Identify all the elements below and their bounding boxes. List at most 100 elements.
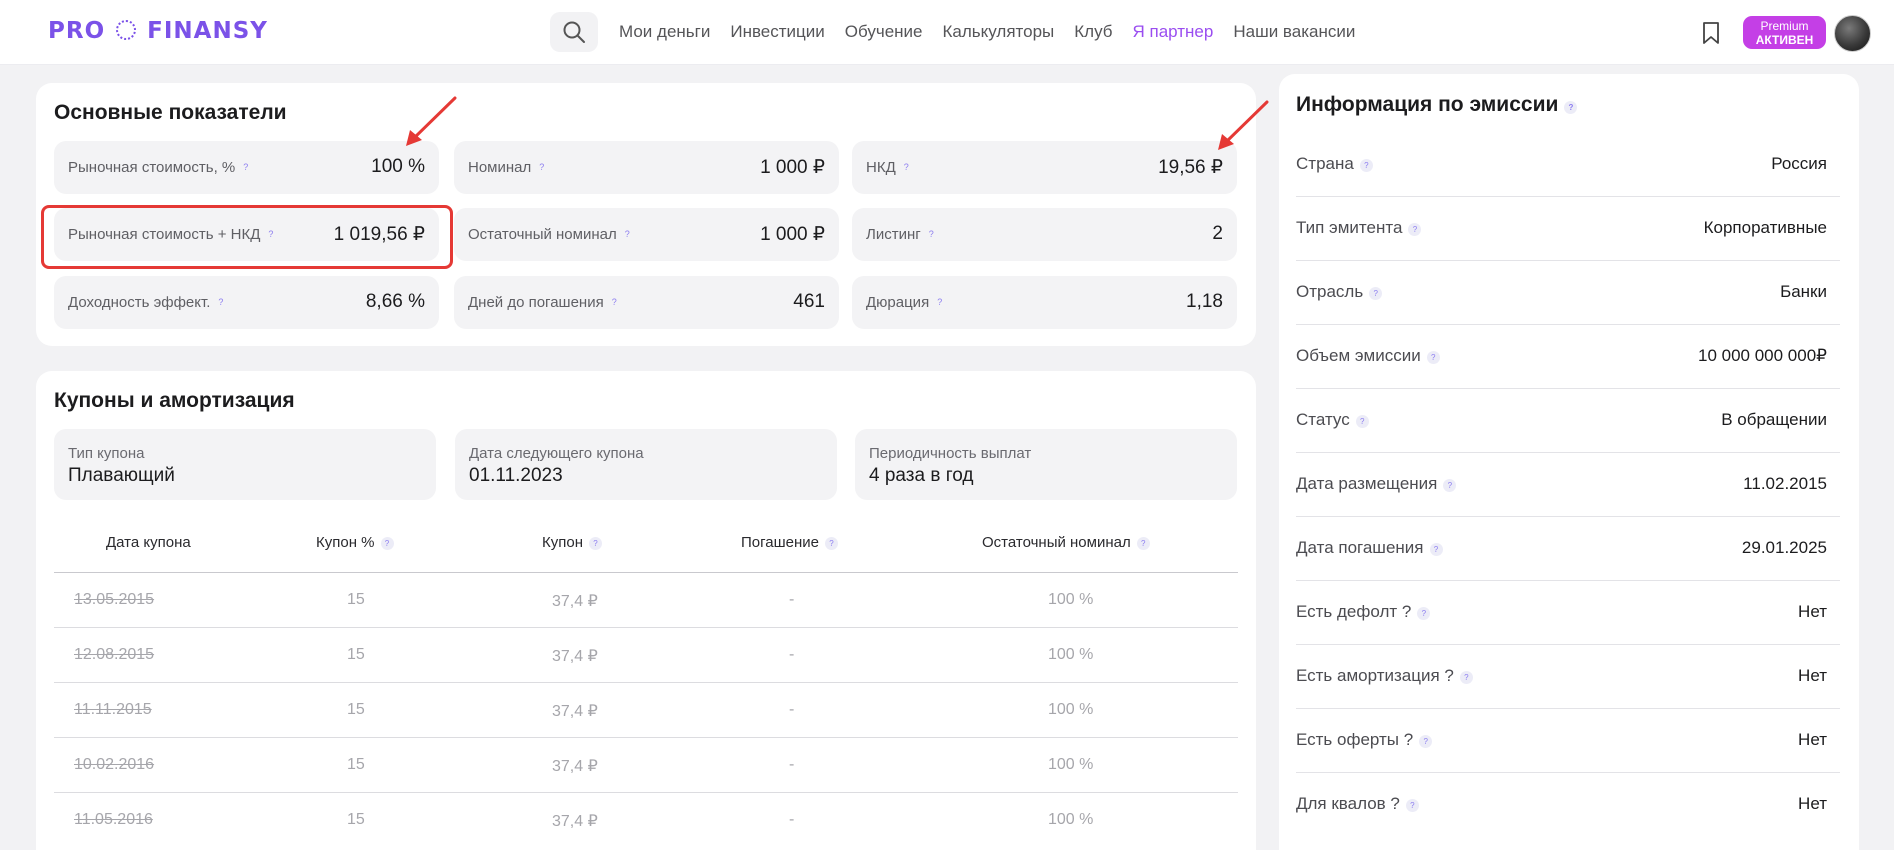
nav-my-money[interactable]: Мои деньги xyxy=(619,22,710,42)
metric-label: Листинг xyxy=(866,226,921,243)
help-icon[interactable]: ? xyxy=(1359,159,1373,172)
nav-partner[interactable]: Я партнер xyxy=(1133,22,1214,42)
help-icon[interactable]: ? xyxy=(825,537,838,550)
table-cell-coupon: 37,4 ₽ xyxy=(552,758,598,775)
logo[interactable]: PRO FINANSY xyxy=(48,18,268,44)
premium-badge[interactable]: Premium АКТИВЕН xyxy=(1743,16,1826,49)
row-label: Тип эмитента xyxy=(1296,218,1403,237)
help-icon[interactable]: ? xyxy=(1426,351,1440,364)
logo-gear-icon xyxy=(116,20,137,40)
premium-label: Premium xyxy=(1760,19,1809,33)
table-cell-coupon: 37,4 ₽ xyxy=(552,703,598,720)
column-header-label: Купон xyxy=(542,534,583,551)
help-icon[interactable]: ? xyxy=(243,162,248,172)
help-icon[interactable]: ? xyxy=(1459,671,1473,684)
help-icon[interactable]: ? xyxy=(612,297,617,307)
help-icon[interactable]: ? xyxy=(1408,223,1422,236)
nav-learning[interactable]: Обучение xyxy=(845,22,923,42)
nav-club[interactable]: Клуб xyxy=(1074,22,1112,42)
bookmark-button[interactable] xyxy=(1700,20,1722,46)
logo-text-right: FINANSY xyxy=(147,18,268,44)
row-label: Объем эмиссии xyxy=(1296,346,1421,365)
search-button[interactable] xyxy=(550,12,598,52)
table-cell-redemption: - xyxy=(789,811,795,828)
metric-market-price: Рыночная стоимость, %? 100 % xyxy=(54,141,439,194)
help-icon[interactable]: ? xyxy=(1369,287,1383,300)
row-label: Отрасль xyxy=(1296,282,1364,301)
help-icon[interactable]: ? xyxy=(1136,537,1150,550)
table-cell-coupon-percent: 15 xyxy=(347,591,365,608)
column-header-residual-nominal[interactable]: Остаточный номинал? xyxy=(982,534,1150,551)
help-icon[interactable]: ? xyxy=(1419,735,1433,748)
table-cell-residual: 100 % xyxy=(1048,591,1094,608)
nav-calculators[interactable]: Калькуляторы xyxy=(943,22,1055,42)
metric-value: 8,66 % xyxy=(365,291,425,312)
table-cell-redemption: - xyxy=(789,646,795,663)
help-icon[interactable]: ? xyxy=(625,229,630,239)
avatar[interactable] xyxy=(1834,15,1871,52)
table-divider xyxy=(54,792,1238,793)
table-cell-coupon: 37,4 ₽ xyxy=(552,593,598,610)
emission-row-volume: Объем эмиссии? 10 000 000 000₽ xyxy=(1296,325,1840,389)
main-nav: Мои деньги Инвестиции Обучение Калькулят… xyxy=(619,22,1355,42)
row-label: Для квалов ? xyxy=(1296,794,1400,813)
emission-row-offers: Есть оферты ?? Нет xyxy=(1296,709,1840,773)
annotation-arrow-icon xyxy=(406,96,457,146)
emission-row-maturity-date: Дата погашения? 29.01.2025 xyxy=(1296,517,1840,581)
help-icon[interactable]: ? xyxy=(380,537,394,550)
metric-value: 19,56 ₽ xyxy=(1158,157,1223,178)
help-icon[interactable]: ? xyxy=(1417,607,1431,620)
nav-investments[interactable]: Инвестиции xyxy=(730,22,824,42)
help-icon[interactable]: ? xyxy=(929,229,934,239)
metric-label: Номинал xyxy=(468,159,532,176)
metric-value: 1 000 ₽ xyxy=(760,224,825,245)
help-icon[interactable]: ? xyxy=(904,162,909,172)
metric-duration: Дюрация? 1,18 xyxy=(852,276,1237,329)
help-icon[interactable]: ? xyxy=(1355,415,1369,428)
row-value: Нет xyxy=(1798,794,1827,813)
column-header-redemption[interactable]: Погашение? xyxy=(741,534,838,551)
table-cell-residual: 100 % xyxy=(1048,811,1094,828)
table-cell-coupon-percent: 15 xyxy=(347,811,365,828)
nav-vacancies[interactable]: Наши вакансии xyxy=(1233,22,1355,42)
row-value: Россия xyxy=(1771,154,1827,173)
help-icon[interactable]: ? xyxy=(218,297,223,307)
table-cell-redemption: - xyxy=(789,756,795,773)
emission-row-default: Есть дефолт ?? Нет xyxy=(1296,581,1840,645)
metric-value: 2 xyxy=(1212,223,1223,244)
help-icon[interactable]: ? xyxy=(1443,479,1457,492)
help-icon[interactable]: ? xyxy=(589,537,602,550)
table-divider xyxy=(54,627,1238,628)
row-value: В обращении xyxy=(1721,410,1827,429)
top-header: PRO FINANSY Мои деньги Инвестиции Обучен… xyxy=(0,0,1894,65)
table-cell-date: 13.05.2015 xyxy=(74,591,155,608)
row-label: Есть амортизация ? xyxy=(1296,666,1454,685)
metric-days-to-maturity: Дней до погашения? 461 xyxy=(454,276,839,329)
table-cell-coupon-percent: 15 xyxy=(347,701,365,718)
column-header-coupon-date[interactable]: Дата купона xyxy=(106,534,191,551)
premium-status: АКТИВЕН xyxy=(1755,33,1814,47)
column-header-coupon[interactable]: Купон? xyxy=(542,534,602,551)
row-label: Страна xyxy=(1296,154,1354,173)
metric-label: Дней до погашения xyxy=(468,294,604,311)
emission-row-industry: Отрасль? Банки xyxy=(1296,261,1840,325)
help-icon[interactable]: ? xyxy=(1564,101,1578,114)
logo-text-left: PRO xyxy=(48,18,106,44)
table-cell-date: 11.05.2016 xyxy=(74,811,153,828)
row-label: Дата размещения xyxy=(1296,474,1438,493)
info-label: Дата следующего купона xyxy=(469,445,644,462)
emission-row-country: Страна? Россия xyxy=(1296,133,1840,197)
help-icon[interactable]: ? xyxy=(937,297,942,307)
help-icon[interactable]: ? xyxy=(539,162,544,172)
column-header-coupon-percent[interactable]: Купон %? xyxy=(316,534,394,551)
bookmark-icon xyxy=(1703,22,1719,44)
row-value: Нет xyxy=(1798,730,1827,749)
row-value: 10 000 000 000₽ xyxy=(1698,346,1827,365)
main-metrics-title: Основные показатели xyxy=(54,101,287,124)
metric-label: НКД xyxy=(866,159,896,176)
info-label: Тип купона xyxy=(68,445,145,462)
help-icon[interactable]: ? xyxy=(1405,799,1419,812)
help-icon[interactable]: ? xyxy=(1429,543,1443,556)
table-cell-redemption: - xyxy=(789,591,795,608)
metric-label: Доходность эффект. xyxy=(68,294,211,311)
